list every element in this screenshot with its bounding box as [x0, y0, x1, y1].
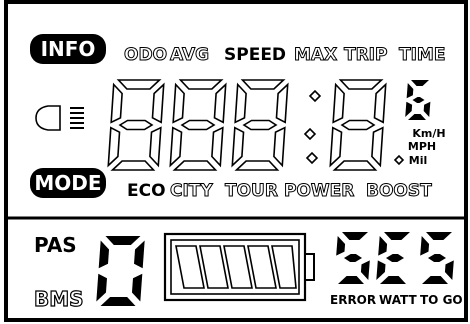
mode-button[interactable]: MODE: [30, 168, 106, 198]
segment-d: [110, 160, 156, 171]
readout-trip[interactable]: TRIP: [344, 45, 388, 66]
segment-a: [105, 236, 141, 245]
segment-e: [329, 126, 343, 168]
segment-b: [213, 82, 227, 124]
segment-c: [211, 126, 224, 168]
segment-e: [107, 126, 121, 168]
segment-d: [380, 276, 406, 284]
mode-tour[interactable]: TOUR: [225, 181, 279, 202]
segment-a: [342, 232, 368, 240]
segment-d: [172, 160, 218, 171]
segment-g: [386, 254, 404, 262]
segment-a: [338, 79, 384, 90]
readout-max[interactable]: MAX: [294, 45, 338, 66]
segment-c: [423, 101, 431, 117]
segment-c: [131, 273, 143, 302]
segment-e: [96, 273, 107, 302]
segment-g: [428, 254, 446, 262]
unit-mph: MPH: [408, 140, 436, 153]
readout-speed[interactable]: SPEED: [224, 45, 286, 65]
info-label: INFO: [41, 37, 96, 61]
mode-power[interactable]: POWER: [284, 181, 355, 202]
segment-d: [332, 160, 378, 171]
readout-avg[interactable]: AVG: [170, 45, 210, 66]
segment-g: [340, 119, 376, 131]
gear-digit: [405, 80, 431, 120]
mode-eco[interactable]: ECO: [127, 181, 166, 201]
segment-d: [408, 114, 426, 120]
segment-f: [332, 82, 345, 124]
label-error: ERROR: [330, 293, 376, 307]
segment-f: [110, 82, 123, 124]
segment-b: [373, 82, 387, 124]
segment-f: [336, 236, 346, 256]
pas-level-digit: [96, 236, 145, 306]
segment-g: [118, 119, 154, 131]
segment-c: [444, 260, 454, 280]
segment-c: [371, 126, 384, 168]
segment-c: [360, 260, 370, 280]
readout-time[interactable]: TIME: [399, 45, 446, 66]
battery-icon: [163, 232, 315, 302]
segment-e: [169, 126, 183, 168]
segment-f: [378, 236, 388, 256]
segment-d: [422, 276, 448, 284]
label-watt: WATT: [379, 293, 418, 307]
segment-f: [172, 82, 185, 124]
error-code-digits: [336, 232, 454, 284]
segment-a: [178, 79, 224, 90]
info-button[interactable]: INFO: [30, 34, 106, 64]
assist-modes: ECO CITY TOUR POWER BOOST: [127, 181, 433, 202]
unit-kmh: Km/H: [412, 127, 445, 140]
main-digits: [107, 79, 387, 171]
segment-a: [240, 79, 286, 90]
segment-a: [411, 80, 429, 86]
pas-label: PAS: [34, 233, 77, 257]
segment-c: [149, 126, 162, 168]
segment-d: [338, 276, 364, 284]
segment-b: [151, 82, 165, 124]
segment-f: [234, 82, 247, 124]
label-to-go: TO GO: [420, 293, 463, 307]
unit-mil: Mil: [409, 154, 428, 167]
segment-a: [426, 232, 452, 240]
segment-c: [273, 126, 286, 168]
segment-e: [405, 101, 413, 117]
segment-g: [412, 97, 425, 103]
segment-f: [98, 240, 110, 269]
segment-g: [242, 119, 278, 131]
segment-g: [180, 119, 216, 131]
segment-f: [406, 83, 414, 99]
mode-city[interactable]: CITY: [170, 181, 214, 202]
segment-f: [420, 236, 430, 256]
segment-g: [344, 254, 362, 262]
segment-b: [275, 82, 289, 124]
light-indicator-icon: [35, 105, 84, 131]
mode-label: MODE: [34, 171, 101, 195]
colon-separator: [303, 89, 322, 165]
segment-b: [134, 240, 145, 269]
segment-a: [384, 232, 410, 240]
segment-d: [100, 297, 136, 306]
readout-labels: ODO AVG SPEED MAX TRIP TIME: [124, 45, 446, 66]
segment-d: [234, 160, 280, 171]
readout-odo[interactable]: ODO: [124, 45, 168, 66]
segment-e: [231, 126, 245, 168]
lcd-display: INFO ODO AVG SPEED MAX TRIP TIME Km/H MP…: [4, 0, 468, 322]
segment-a: [116, 79, 162, 90]
segment-e: [376, 260, 386, 280]
unit-diamond: [393, 154, 405, 166]
mode-boost[interactable]: BOOST: [366, 181, 433, 202]
bms-label: BMS: [34, 287, 84, 311]
